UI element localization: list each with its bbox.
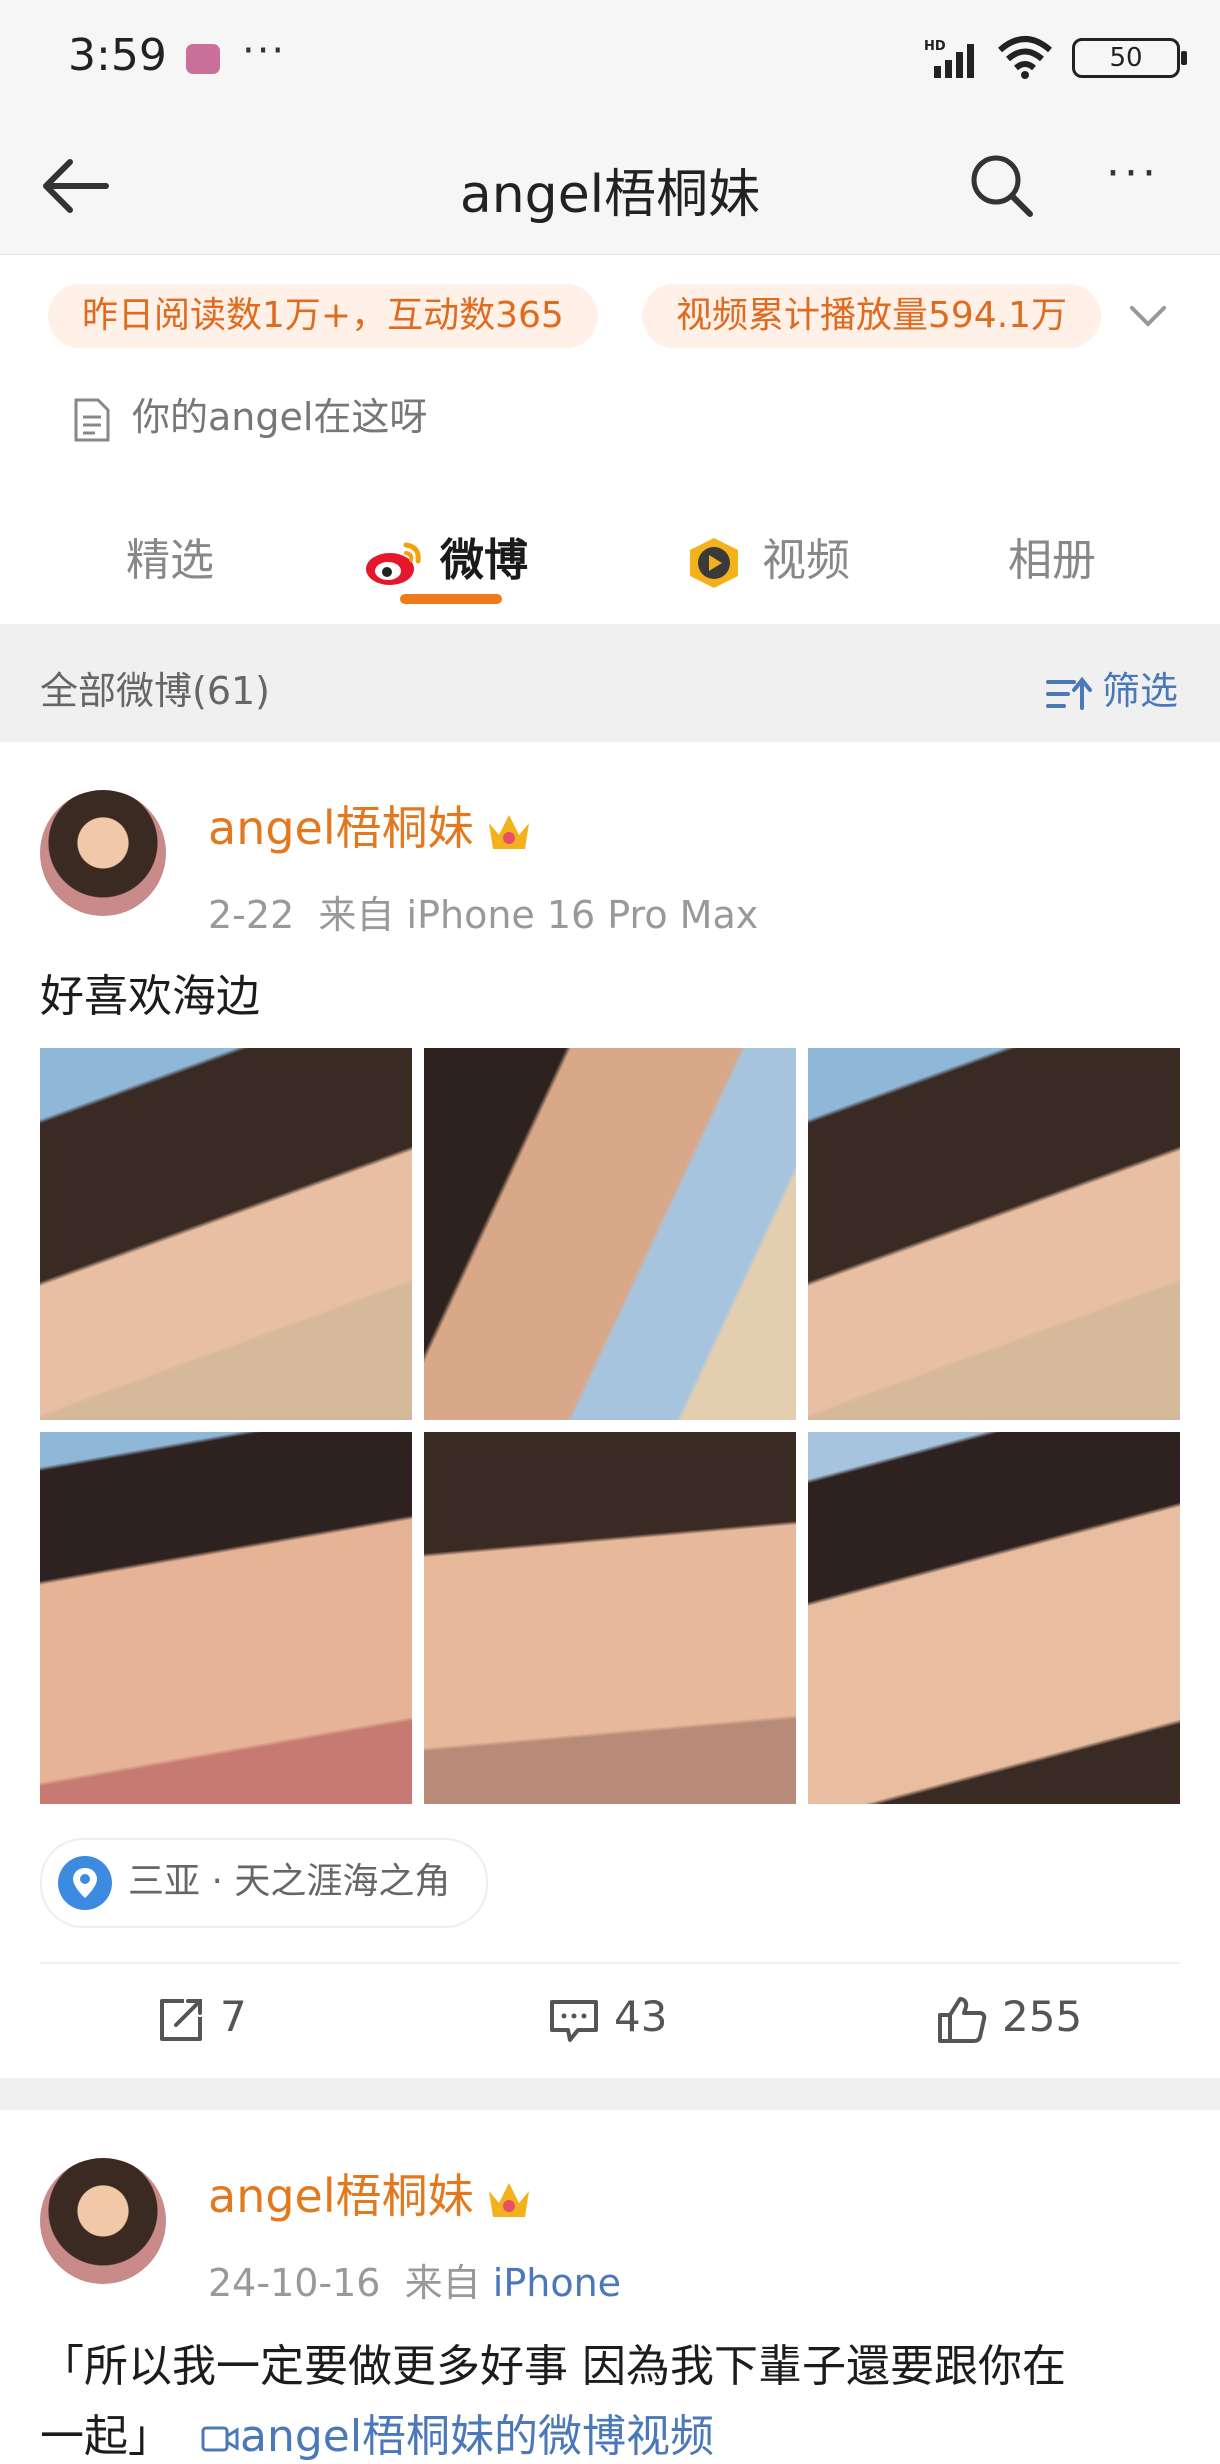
post-photo[interactable]: [40, 1048, 412, 1420]
post-username[interactable]: angel梧桐妹: [208, 792, 534, 858]
like-button[interactable]: 255: [936, 1992, 1082, 2045]
post-photo[interactable]: [424, 1048, 796, 1420]
post-meta: 2-22 来自 iPhone 16 Pro Max: [208, 884, 758, 939]
all-weibo-count: 全部微博(61): [40, 669, 271, 713]
repost-count: 7: [220, 1992, 247, 2041]
filter-bar: 全部微博(61) 筛选: [0, 624, 1220, 742]
post-date: 2-22: [208, 893, 295, 937]
repost-icon: [160, 1998, 202, 2041]
post-text: 好喜欢海边: [40, 971, 260, 1022]
crown-badge-icon: [488, 2182, 529, 2217]
post-text-line: 一起」 angel梧桐妹的微博视频: [40, 2400, 714, 2464]
photo-grid: [40, 1048, 1180, 1804]
post-text-end: 一起」: [40, 2411, 172, 2462]
weibo-logo-icon: [366, 542, 421, 585]
post-separator: [0, 2078, 1220, 2110]
cellular-signal-icon: HD: [924, 39, 974, 78]
post-username[interactable]: angel梧桐妹: [208, 2160, 534, 2226]
post-date: 24-10-16: [208, 2261, 381, 2305]
crown-badge-icon: [488, 814, 529, 849]
more-notifications-indicator: ···: [242, 28, 287, 74]
video-link-text: angel梧桐妹的微博视频: [239, 2411, 715, 2462]
tab-featured[interactable]: 精选: [126, 524, 214, 588]
thumbs-up-icon: [938, 1996, 987, 2043]
location-text: 三亚 · 天之涯海之角: [128, 1861, 451, 1902]
filter-sort-icon: [1046, 676, 1092, 710]
divider: [40, 1962, 1180, 1964]
location-pin-icon: [58, 1856, 112, 1910]
comment-icon: [550, 1999, 598, 2042]
filter-button[interactable]: 筛选: [1044, 660, 1178, 715]
username-text: angel梧桐妹: [208, 2169, 474, 2223]
top-navigation-bar: angel梧桐妹 ···: [0, 118, 1220, 255]
post-photo[interactable]: [40, 1432, 412, 1804]
notice-text: 你的angel在这呀: [132, 395, 428, 439]
chevron-down-icon[interactable]: [1126, 298, 1170, 334]
status-bar: 3:59 ··· HD 50: [0, 0, 1220, 118]
video-link[interactable]: angel梧桐妹的微博视频: [200, 2411, 714, 2462]
comment-button[interactable]: 43: [548, 1992, 667, 2044]
post-source: iPhone 16 Pro Max: [406, 893, 759, 937]
tab-label: 精选: [126, 535, 214, 586]
source-prefix: 来自: [318, 893, 395, 937]
tab-label: 视频: [762, 535, 850, 586]
avatar[interactable]: [40, 2158, 166, 2284]
status-time: 3:59: [68, 30, 167, 81]
profile-notice: 你的angel在这呀: [70, 386, 427, 443]
tab-label: 相册: [1008, 535, 1096, 586]
video-link-icon: [201, 2426, 239, 2452]
tab-weibo[interactable]: 微博: [362, 524, 528, 588]
weibo-post: angel梧桐妹 24-10-16 来自 iPhone 「所以我一定要做更多好事…: [0, 2110, 1220, 2462]
document-icon: [74, 398, 110, 441]
avatar[interactable]: [40, 790, 166, 916]
username-text: angel梧桐妹: [208, 801, 474, 855]
app-notification-icon: [186, 44, 220, 74]
svg-text:HD: HD: [924, 39, 946, 54]
like-count: 255: [1002, 1992, 1083, 2041]
active-tab-indicator: [400, 594, 502, 604]
filter-label: 筛选: [1102, 669, 1179, 713]
post-photo[interactable]: [808, 1432, 1180, 1804]
tab-album[interactable]: 相册: [1008, 524, 1096, 588]
read-stats-pill[interactable]: 昨日阅读数1万+，互动数365: [48, 284, 598, 348]
post-meta: 24-10-16 来自 iPhone: [208, 2252, 621, 2307]
search-icon[interactable]: [966, 150, 1038, 222]
battery-indicator: 50: [1072, 38, 1187, 78]
location-tag[interactable]: 三亚 · 天之涯海之角: [40, 1838, 489, 1928]
video-stats-pill[interactable]: 视频累计播放量594.1万: [642, 284, 1102, 348]
post-text-line: 「所以我一定要做更多好事 因為我下輩子還要跟你在: [40, 2341, 1066, 2392]
tab-video[interactable]: 视频: [682, 524, 850, 590]
repost-button[interactable]: 7: [156, 1992, 247, 2045]
video-play-icon: [690, 538, 738, 588]
profile-tabs: 精选 微博 视频 相册: [0, 476, 1220, 622]
weibo-post: angel梧桐妹 2-22 来自 iPhone 16 Pro Max 好喜欢海边…: [0, 742, 1220, 2078]
more-options-button[interactable]: ···: [1106, 148, 1160, 199]
post-photo[interactable]: [424, 1432, 796, 1804]
post-source-link[interactable]: iPhone: [493, 2261, 621, 2305]
comment-count: 43: [614, 1992, 668, 2041]
wifi-icon: [998, 36, 1052, 79]
source-prefix: 来自: [404, 2261, 481, 2305]
post-photo[interactable]: [808, 1048, 1180, 1420]
tab-label: 微博: [440, 535, 528, 586]
